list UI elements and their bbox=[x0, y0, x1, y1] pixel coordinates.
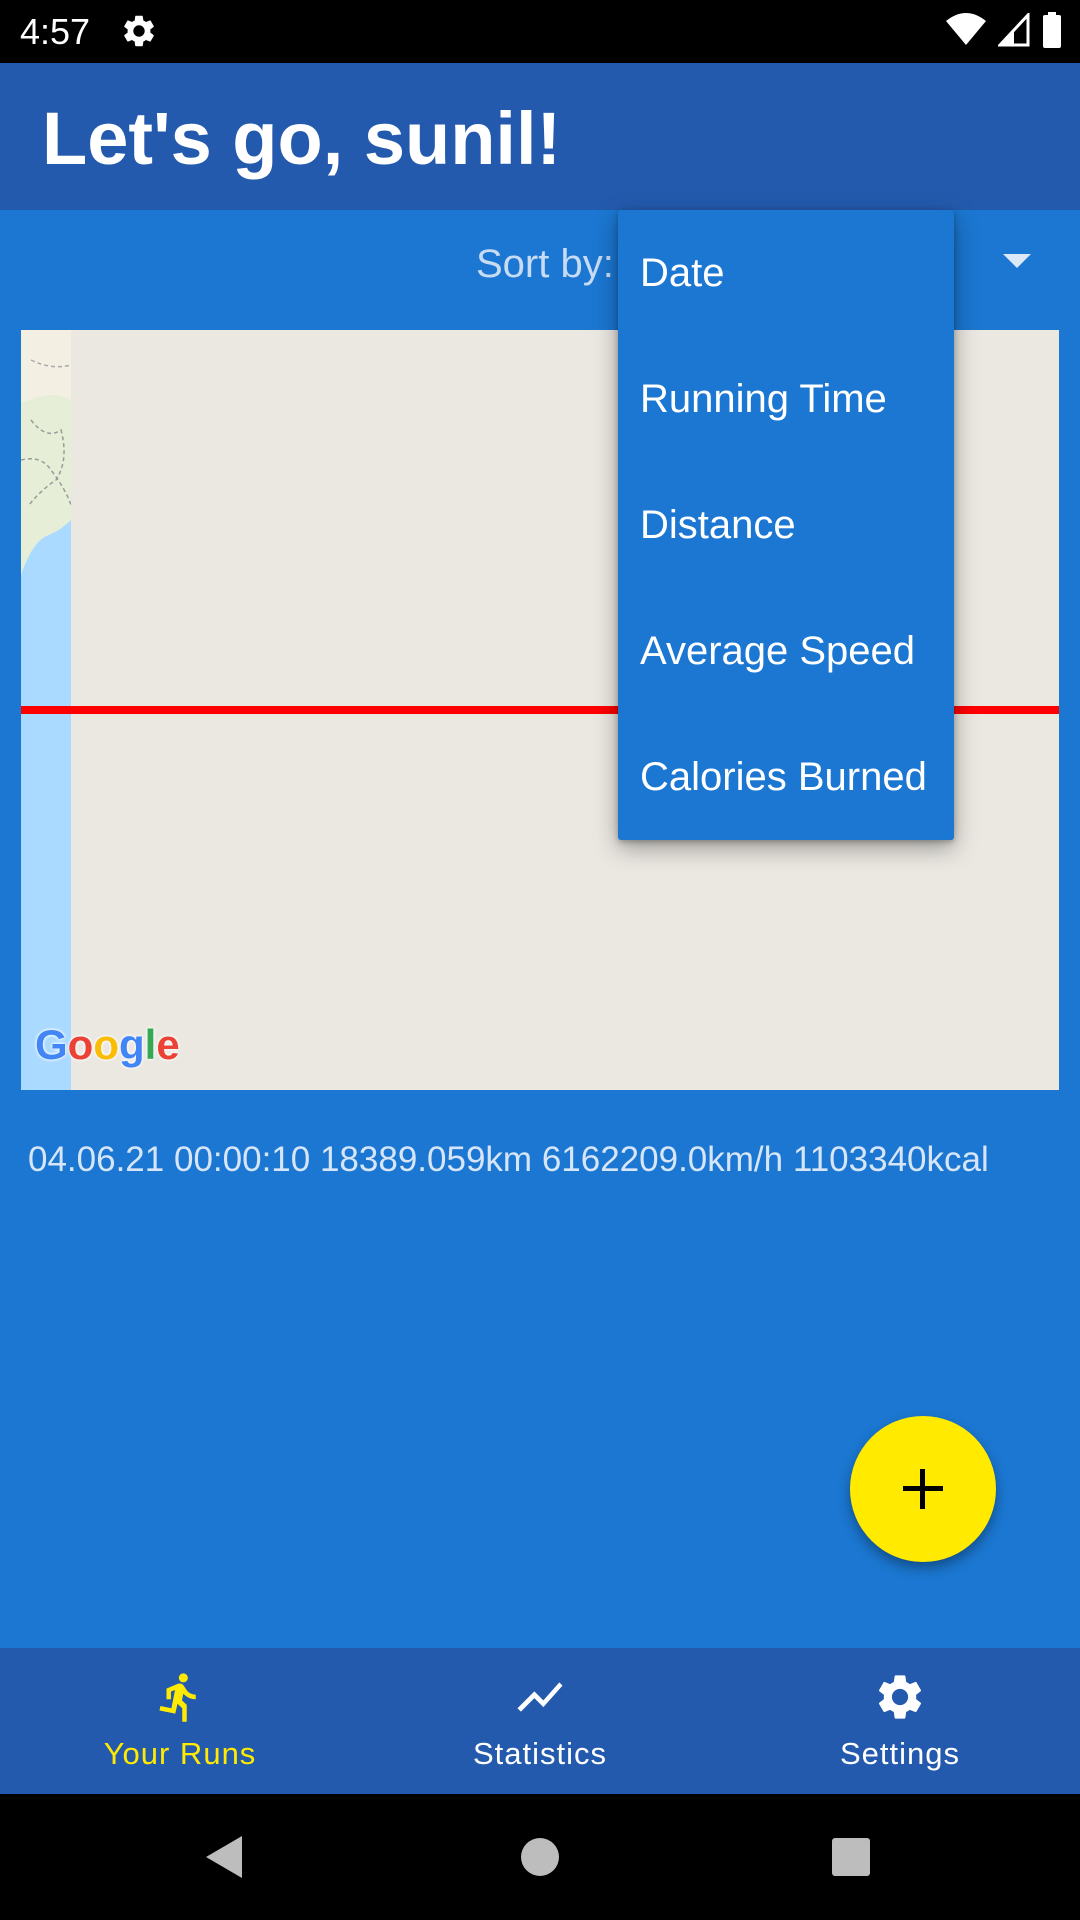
map-land bbox=[21, 330, 71, 575]
run-distance: 18389.059km bbox=[319, 1140, 533, 1179]
status-indicators bbox=[946, 12, 1062, 48]
gear-icon bbox=[878, 1675, 922, 1719]
signal-icon bbox=[998, 13, 1030, 47]
nav-label-statistics: Statistics bbox=[472, 1736, 608, 1771]
status-time: 4:57 bbox=[20, 11, 91, 52]
back-icon[interactable] bbox=[200, 1832, 250, 1882]
run-time: 00:00:10 bbox=[173, 1140, 311, 1179]
page-title: Let's go, sunil! bbox=[42, 97, 562, 180]
bottom-navigation: Your Runs Statistics Settings bbox=[0, 1648, 1080, 1794]
settings-gear-icon bbox=[124, 15, 154, 47]
nav-label-settings: Settings bbox=[839, 1736, 960, 1771]
runner-icon bbox=[159, 1673, 196, 1722]
run-calories: 1103340kcal bbox=[792, 1140, 989, 1179]
home-icon[interactable] bbox=[515, 1832, 565, 1882]
run-date: 04.06.21 bbox=[28, 1140, 165, 1179]
plus-icon bbox=[903, 1469, 943, 1509]
sort-dropdown-caret-icon[interactable] bbox=[1003, 254, 1031, 268]
sort-option-date[interactable]: Date bbox=[640, 210, 940, 336]
trend-line-icon bbox=[517, 1682, 563, 1712]
run-speed: 6162209.0km/h bbox=[541, 1140, 784, 1179]
sort-label: Sort by: bbox=[476, 242, 614, 286]
google-logo: Google bbox=[35, 1021, 180, 1068]
recents-icon[interactable] bbox=[826, 1832, 876, 1882]
app-bar: Let's go, sunil! bbox=[0, 63, 1080, 210]
add-run-button[interactable] bbox=[850, 1416, 996, 1562]
battery-icon bbox=[1043, 12, 1061, 48]
status-bar: 4:57 bbox=[0, 0, 1080, 63]
run-summary-row[interactable]: 04.06.21 00:00:10 18389.059km 6162209.0k… bbox=[28, 1138, 989, 1182]
sort-dropdown-menu: Date Running Time Distance Average Speed… bbox=[618, 210, 954, 840]
sort-option-calories-burned[interactable]: Calories Burned bbox=[640, 714, 940, 840]
wifi-icon bbox=[946, 13, 986, 45]
nav-item-your-runs[interactable]: Your Runs bbox=[0, 1648, 360, 1794]
nav-label-your-runs: Your Runs bbox=[103, 1736, 257, 1771]
sort-option-average-speed[interactable]: Average Speed bbox=[640, 588, 940, 714]
system-navigation-bar bbox=[0, 1794, 1080, 1920]
sort-option-distance[interactable]: Distance bbox=[640, 462, 940, 588]
nav-item-statistics[interactable]: Statistics bbox=[360, 1648, 720, 1794]
nav-item-settings[interactable]: Settings bbox=[720, 1648, 1080, 1794]
sort-option-running-time[interactable]: Running Time bbox=[640, 336, 940, 462]
